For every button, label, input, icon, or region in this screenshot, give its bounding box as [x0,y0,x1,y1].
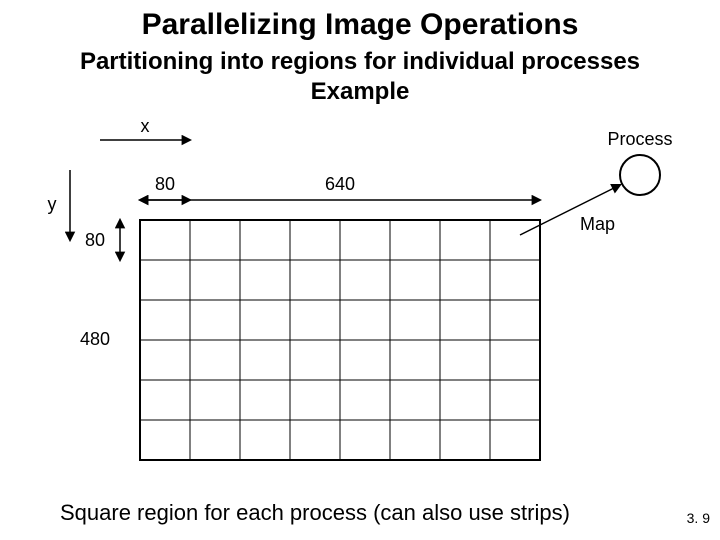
y-axis-label: y [48,194,57,214]
x-axis-label: x [141,116,150,136]
process-circle-icon [620,155,660,195]
diagram-svg: x y 80 640 80 480 Map Process [40,120,680,480]
page-title: Parallelizing Image Operations [0,8,720,42]
full-height-label: 480 [80,329,110,349]
map-label: Map [580,214,615,234]
full-width-label: 640 [325,174,355,194]
cell-height-label: 80 [85,230,105,250]
process-label: Process [607,129,672,149]
page-number: 3. 9 [687,510,710,526]
subtitle-line-2: Example [0,78,720,106]
partition-diagram: x y 80 640 80 480 Map Process [40,120,680,480]
caption-text: Square region for each process (can also… [60,500,570,526]
subtitle-line-1: Partitioning into regions for individual… [0,48,720,76]
cell-width-label: 80 [155,174,175,194]
